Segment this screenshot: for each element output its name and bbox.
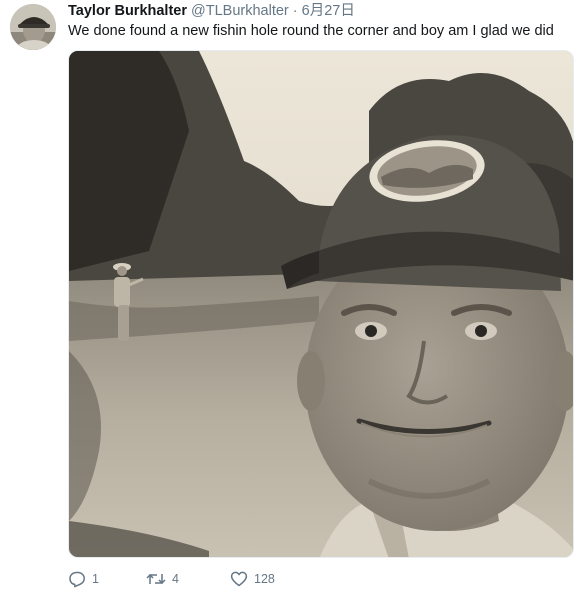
separator-dot: ·	[292, 3, 298, 19]
tweet-actions: 1 4 128	[68, 568, 275, 590]
like-count: 128	[254, 572, 275, 586]
retweet-button[interactable]: 4	[146, 570, 230, 588]
author-display-name[interactable]: Taylor Burkhalter	[68, 3, 187, 19]
retweet-count: 4	[172, 572, 179, 586]
reply-count: 1	[92, 572, 99, 586]
retweet-icon	[146, 573, 166, 585]
avatar[interactable]	[10, 4, 56, 50]
reply-button[interactable]: 1	[68, 570, 146, 588]
reply-icon	[69, 571, 85, 588]
heart-icon	[230, 571, 248, 587]
author-handle[interactable]: @TLBurkhalter	[191, 3, 289, 19]
tweet-text: We done found a new fishin hole round th…	[68, 23, 554, 39]
like-button[interactable]: 128	[230, 570, 275, 588]
tweet-header: Taylor Burkhalter @TLBurkhalter · 6月27日	[68, 2, 355, 20]
tweet-photo[interactable]	[68, 50, 574, 558]
selfie-photo	[69, 51, 573, 557]
tweet-date[interactable]: 6月27日	[302, 3, 355, 19]
tweet-card[interactable]: Taylor Burkhalter @TLBurkhalter · 6月27日 …	[0, 0, 586, 600]
avatar-image	[10, 4, 56, 50]
